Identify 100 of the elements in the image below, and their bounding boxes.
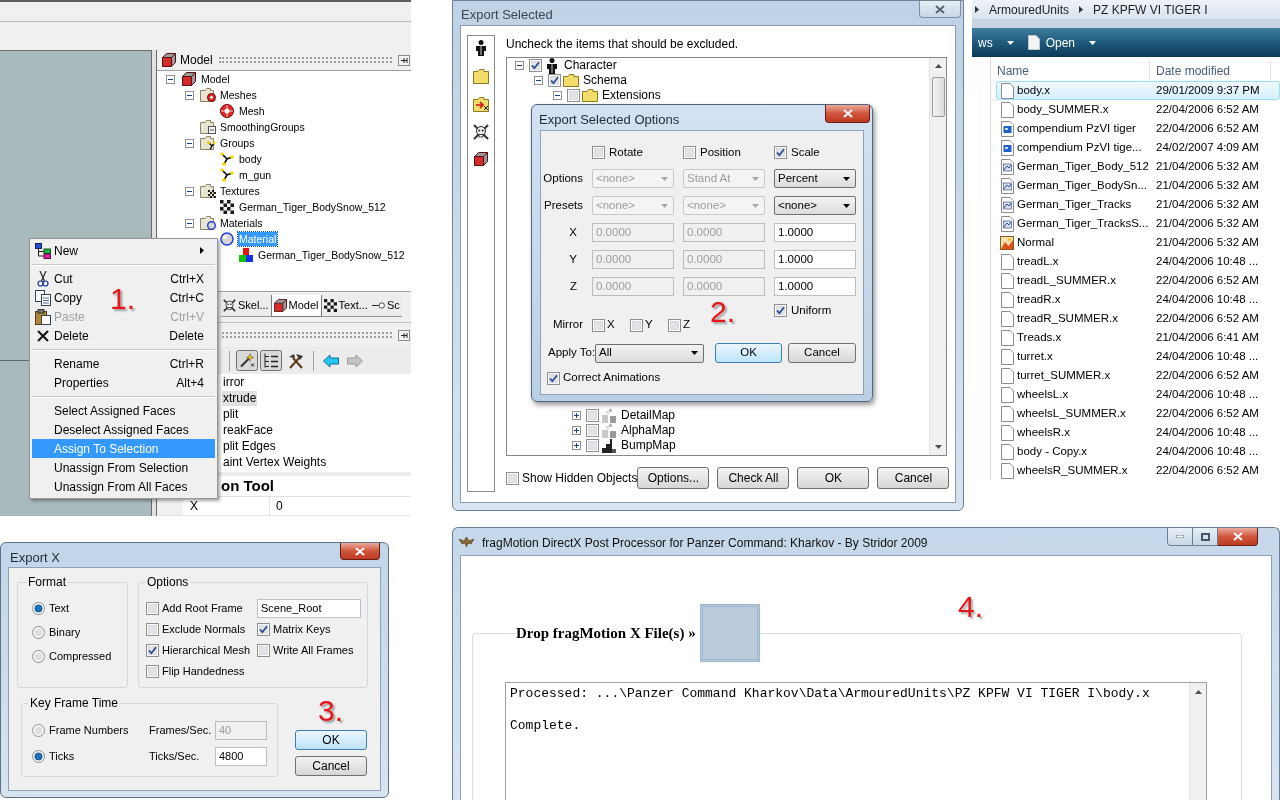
checkbox[interactable]: [592, 318, 605, 332]
close-button[interactable]: [1218, 528, 1258, 546]
file-row[interactable]: German_Tiger_Body_512 21/04/2006 5:32 AM: [996, 157, 1280, 176]
tree-list-icon[interactable]: [260, 350, 282, 371]
wand-icon[interactable]: [236, 350, 258, 371]
pin-icon[interactable]: [398, 54, 410, 66]
tree-item[interactable]: body: [238, 152, 263, 166]
minus-box-icon[interactable]: [553, 91, 562, 100]
file-row[interactable]: Normal 21/04/2006 5:32 AM: [996, 233, 1280, 252]
file-row[interactable]: German_Tiger_BodySn... 21/04/2006 5:32 AM: [996, 176, 1280, 195]
tree-item[interactable]: Materials: [219, 216, 264, 230]
checkbox[interactable]: [774, 304, 787, 318]
file-row[interactable]: wheelsL.x 24/04/2006 10:48 ...: [996, 385, 1280, 404]
menu-item[interactable]: Deselect Assigned Faces: [32, 420, 191, 439]
radio-button[interactable]: [32, 724, 45, 737]
breadcrumb-item[interactable]: ArmouredUnits: [989, 0, 1070, 19]
file-row[interactable]: treadL.x 24/04/2006 10:48 ...: [996, 252, 1280, 271]
panel-tab[interactable]: Skel...: [221, 295, 271, 317]
minus-box-icon[interactable]: [185, 218, 194, 228]
minus-box-icon[interactable]: [166, 74, 175, 84]
dialog-button[interactable]: Cancel: [788, 343, 856, 363]
checkbox[interactable]: [774, 146, 787, 160]
tool-list-item[interactable]: xtrude: [222, 390, 258, 406]
cube-icon[interactable]: [474, 152, 488, 166]
tool-list-item[interactable]: irror: [222, 374, 246, 390]
breadcrumb-item[interactable]: PZ KPFW VI TIGER I: [1093, 0, 1208, 19]
tree-item[interactable]: DetailMap: [621, 408, 676, 423]
tree-item[interactable]: German_Tiger_BodySnow_512: [257, 248, 406, 262]
checkbox[interactable]: [146, 623, 159, 636]
plus-box-icon[interactable]: [572, 441, 581, 450]
checkbox[interactable]: [586, 424, 599, 437]
tree-item[interactable]: Character: [564, 58, 617, 73]
dialog-button[interactable]: Options...: [637, 467, 710, 489]
gripper[interactable]: [218, 57, 392, 63]
dialog-button[interactable]: OK: [715, 343, 782, 363]
dropdown[interactable]: All: [595, 343, 704, 363]
gripper[interactable]: [222, 332, 392, 338]
file-row[interactable]: wheelsR.x 24/04/2006 10:48 ...: [996, 423, 1280, 442]
tree-item[interactable]: AlphaMap: [621, 423, 676, 438]
left-arrow-icon[interactable]: [323, 352, 339, 369]
checkbox[interactable]: [567, 89, 580, 102]
file-row[interactable]: German_Tiger_Tracks 21/04/2006 5:32 AM: [996, 195, 1280, 214]
tree-item[interactable]: m_gun: [238, 168, 273, 182]
text-field[interactable]: 1.0000: [774, 250, 856, 269]
pin-icon[interactable]: [398, 329, 410, 341]
dialog-button[interactable]: Cancel: [295, 756, 367, 776]
checkbox[interactable]: [586, 439, 599, 452]
tree-item[interactable]: German_Tiger_BodySnow_512: [238, 200, 387, 214]
minus-box-icon[interactable]: [185, 90, 194, 100]
dropdown[interactable]: <none>: [774, 196, 856, 215]
file-row[interactable]: body_SUMMER.x 22/04/2006 6:52 AM: [996, 100, 1280, 119]
text-field[interactable]: 4800: [215, 747, 267, 766]
toolbar-button[interactable]: ws: [972, 31, 1014, 54]
tool-list-item[interactable]: plit: [222, 406, 240, 422]
radio-button[interactable]: [32, 750, 45, 763]
file-row[interactable]: compendium PzVI tige... 24/02/2007 4:09 AM: [996, 138, 1280, 157]
dialog-button[interactable]: OK: [797, 467, 870, 489]
checkbox[interactable]: [257, 644, 270, 657]
scrollbar-thumb[interactable]: [931, 77, 945, 117]
minus-box-icon[interactable]: [534, 76, 543, 85]
checkbox[interactable]: [506, 471, 519, 485]
file-row[interactable]: treadL_SUMMER.x 22/04/2006 6:52 AM: [996, 271, 1280, 290]
tree-item[interactable]: Schema: [583, 73, 628, 88]
tree-item[interactable]: Model: [200, 72, 231, 86]
minus-box-icon[interactable]: [515, 61, 524, 70]
checkbox[interactable]: [683, 146, 696, 160]
minus-box-icon[interactable]: [185, 186, 194, 196]
checkbox[interactable]: [257, 623, 270, 636]
tree-item[interactable]: Meshes: [219, 88, 258, 102]
checkbox[interactable]: [668, 318, 681, 332]
radio-button[interactable]: [32, 626, 45, 639]
checkbox[interactable]: [586, 409, 599, 422]
hammers-icon[interactable]: [288, 352, 304, 369]
tree-item[interactable]: Groups: [219, 136, 256, 150]
person-icon[interactable]: [476, 40, 486, 56]
checkbox[interactable]: [630, 318, 643, 332]
tool-list-item[interactable]: plit Edges: [222, 438, 277, 454]
text-field[interactable]: 1.0000: [774, 277, 856, 296]
menu-item[interactable]: Unassign From Selection: [32, 458, 191, 477]
toolbar-button[interactable]: Open: [1027, 31, 1097, 54]
checkbox[interactable]: [592, 146, 605, 160]
scrollbar[interactable]: [929, 58, 946, 455]
file-row[interactable]: treadR.x 24/04/2006 10:48 ...: [996, 290, 1280, 309]
file-row[interactable]: body.x 29/01/2009 9:37 PM: [996, 81, 1280, 100]
tree-item[interactable]: SmoothingGroups: [219, 120, 306, 134]
plus-box-icon[interactable]: [572, 411, 581, 420]
file-row[interactable]: wheelsL_SUMMER.x 22/04/2006 6:52 AM: [996, 404, 1280, 423]
file-row[interactable]: body - Copy.x 24/04/2006 10:48 ...: [996, 442, 1280, 461]
tree-item[interactable]: BumpMap: [621, 438, 676, 453]
text-field[interactable]: Scene_Root: [257, 599, 361, 618]
dialog-button[interactable]: Check All: [717, 467, 790, 489]
file-row[interactable]: compendium PzVI tiger 22/04/2006 6:52 AM: [996, 119, 1280, 138]
scrollbar[interactable]: [1189, 683, 1206, 800]
menu-item[interactable]: Delete: [32, 326, 91, 345]
dialog-button[interactable]: Cancel: [877, 467, 950, 489]
skull-crossbones-icon[interactable]: [473, 124, 489, 140]
plus-box-icon[interactable]: [572, 426, 581, 435]
panel-tab[interactable]: Sc: [369, 295, 402, 317]
close-button[interactable]: [825, 105, 870, 123]
panel-tab[interactable]: Model: [270, 295, 322, 317]
